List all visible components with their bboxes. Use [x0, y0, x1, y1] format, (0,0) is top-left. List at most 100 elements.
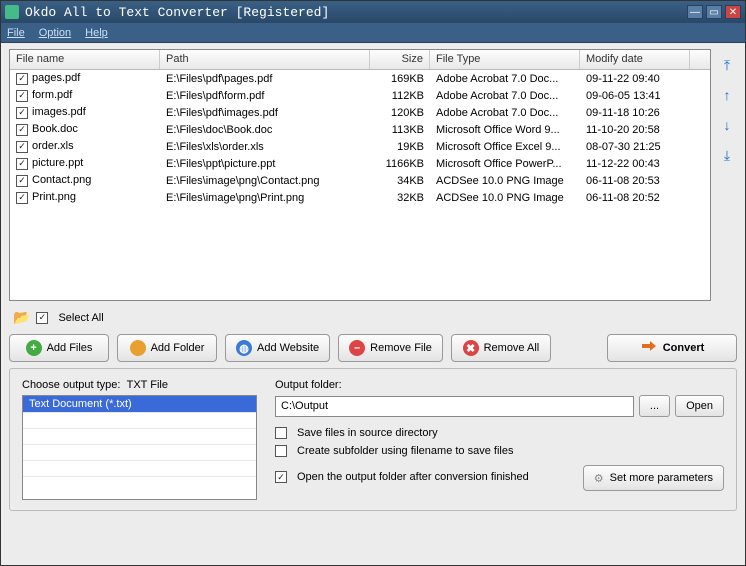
move-top-button[interactable]: ⤒ — [719, 57, 735, 73]
save-source-label: Save files in source directory — [297, 427, 438, 439]
file-date: 09-11-22 09:40 — [580, 72, 690, 86]
output-type-value: TXT File — [127, 379, 168, 391]
file-size: 19KB — [370, 140, 430, 154]
select-all-checkbox[interactable]: ✓ — [36, 312, 48, 324]
table-row[interactable]: ✓ pages.pdf E:\Files\pdf\pages.pdf169KBAdo… — [10, 70, 710, 87]
file-type: ACDSee 10.0 PNG Image — [430, 191, 580, 205]
file-size: 120KB — [370, 106, 430, 120]
file-size: 1166KB — [370, 157, 430, 171]
save-source-checkbox[interactable] — [275, 427, 287, 439]
menu-option[interactable]: Option — [39, 27, 71, 39]
col-header-date[interactable]: Modify date — [580, 50, 690, 69]
file-type: Microsoft Office PowerP... — [430, 157, 580, 171]
move-bottom-button[interactable]: ⤓ — [719, 147, 735, 163]
col-header-type[interactable]: File Type — [430, 50, 580, 69]
table-row[interactable]: ✓ picture.ppt E:\Files\ppt\picture.ppt1166… — [10, 155, 710, 172]
move-up-button[interactable]: ↑ — [719, 87, 735, 103]
file-size: 169KB — [370, 72, 430, 86]
row-checkbox[interactable]: ✓ — [16, 192, 28, 204]
file-size: 34KB — [370, 174, 430, 188]
table-row[interactable]: ✓form.pdfE:\Files\pdf\form.pdf112KBAdobe… — [10, 87, 710, 104]
file-path: E:\Files\ppt\picture.ppt — [160, 157, 370, 171]
open-folder-button[interactable]: Open — [675, 395, 724, 417]
move-down-button[interactable]: ↓ — [719, 117, 735, 133]
table-row[interactable]: ✓Book.docE:\Files\doc\Book.doc113KBMicro… — [10, 121, 710, 138]
file-list[interactable]: File name Path Size File Type Modify dat… — [9, 49, 711, 301]
row-checkbox[interactable]: ✓ — [16, 141, 28, 153]
file-date: 06-11-08 20:53 — [580, 174, 690, 188]
file-date: 06-11-08 20:52 — [580, 191, 690, 205]
table-row[interactable]: ✓images.pdfE:\Files\pdf\images.pdf120KBA… — [10, 104, 710, 121]
file-type: Microsoft Office Word 9... — [430, 123, 580, 137]
remove-all-button[interactable]: ✖Remove All — [451, 334, 551, 362]
open-after-label: Open the output folder after conversion … — [297, 471, 529, 483]
row-checkbox[interactable]: ✓ — [16, 158, 28, 170]
file-type: Adobe Acrobat 7.0 Doc... — [430, 106, 580, 120]
browse-button[interactable]: ... — [639, 395, 670, 417]
convert-icon — [640, 340, 658, 357]
file-date: 09-06-05 13:41 — [580, 89, 690, 103]
file-list-header: File name Path Size File Type Modify dat… — [10, 50, 710, 70]
file-size: 113KB — [370, 123, 430, 137]
minimize-button[interactable]: — — [687, 5, 703, 19]
row-checkbox[interactable]: ✓ — [16, 107, 28, 119]
window-title: Okdo All to Text Converter [Registered] — [25, 5, 687, 20]
row-checkbox[interactable]: ✓ — [16, 175, 28, 187]
file-path: E:\Files\image\png\Print.png — [160, 191, 370, 205]
maximize-button[interactable]: ▭ — [706, 5, 722, 19]
col-header-size[interactable]: Size — [370, 50, 430, 69]
row-checkbox[interactable]: ✓ — [16, 90, 28, 102]
gear-icon: ⚙ — [594, 472, 604, 485]
remove-all-icon: ✖ — [463, 340, 479, 356]
create-subfolder-label: Create subfolder using filename to save … — [297, 445, 513, 457]
file-type: Adobe Acrobat 7.0 Doc... — [430, 89, 580, 103]
output-type-list[interactable]: Text Document (*.txt) — [22, 395, 257, 500]
table-row[interactable]: ✓ order.xls E:\Files\xls\order.xls19KBMicr… — [10, 138, 710, 155]
menu-file[interactable]: File — [7, 27, 25, 39]
file-name: Print.png — [32, 191, 76, 203]
file-date: 08-07-30 21:25 — [580, 140, 690, 154]
plus-icon: + — [26, 340, 42, 356]
remove-file-button[interactable]: –Remove File — [338, 334, 443, 362]
file-name: picture.ppt — [32, 157, 83, 169]
globe-icon: ◍ — [236, 340, 252, 356]
file-path: E:\Files\pdf\pages.pdf — [160, 72, 370, 86]
set-more-parameters-button[interactable]: ⚙Set more parameters — [583, 465, 724, 491]
create-subfolder-checkbox[interactable] — [275, 445, 287, 457]
output-type-option[interactable]: Text Document (*.txt) — [23, 396, 256, 412]
convert-button[interactable]: Convert — [607, 334, 737, 362]
table-row[interactable]: ✓ Print.png E:\Files\image\png\Print.png32… — [10, 189, 710, 206]
menu-help[interactable]: Help — [85, 27, 108, 39]
file-name: images.pdf — [32, 106, 86, 118]
select-all-label: Select All — [58, 312, 103, 324]
file-size: 32KB — [370, 191, 430, 205]
row-checkbox[interactable]: ✓ — [16, 124, 28, 136]
file-type: Microsoft Office Excel 9... — [430, 140, 580, 154]
open-after-checkbox[interactable]: ✓ — [275, 471, 287, 483]
file-path: E:\Files\doc\Book.doc — [160, 123, 370, 137]
file-name: form.pdf — [32, 89, 72, 101]
output-folder-input[interactable] — [275, 396, 634, 417]
output-type-label: Choose output type: — [22, 379, 120, 391]
app-logo-icon — [5, 5, 19, 19]
file-type: Adobe Acrobat 7.0 Doc... — [430, 72, 580, 86]
file-path: E:\Files\image\png\Contact.png — [160, 174, 370, 188]
file-name: pages.pdf — [32, 72, 80, 84]
file-date: 11-10-20 20:58 — [580, 123, 690, 137]
minus-icon: – — [349, 340, 365, 356]
file-size: 112KB — [370, 89, 430, 103]
add-files-button[interactable]: +Add Files — [9, 334, 109, 362]
folder-up-icon[interactable]: 📂 — [13, 309, 30, 326]
col-header-name[interactable]: File name — [10, 50, 160, 69]
row-checkbox[interactable]: ✓ — [16, 73, 28, 85]
add-folder-button[interactable]: Add Folder — [117, 334, 217, 362]
file-date: 09-11-18 10:26 — [580, 106, 690, 120]
col-header-path[interactable]: Path — [160, 50, 370, 69]
output-folder-label: Output folder: — [275, 379, 724, 391]
file-path: E:\Files\xls\order.xls — [160, 140, 370, 154]
table-row[interactable]: ✓Contact.pngE:\Files\image\png\Contact.p… — [10, 172, 710, 189]
file-name: order.xls — [32, 140, 74, 152]
add-website-button[interactable]: ◍Add Website — [225, 334, 330, 362]
close-button[interactable]: ✕ — [725, 5, 741, 19]
file-type: ACDSee 10.0 PNG Image — [430, 174, 580, 188]
